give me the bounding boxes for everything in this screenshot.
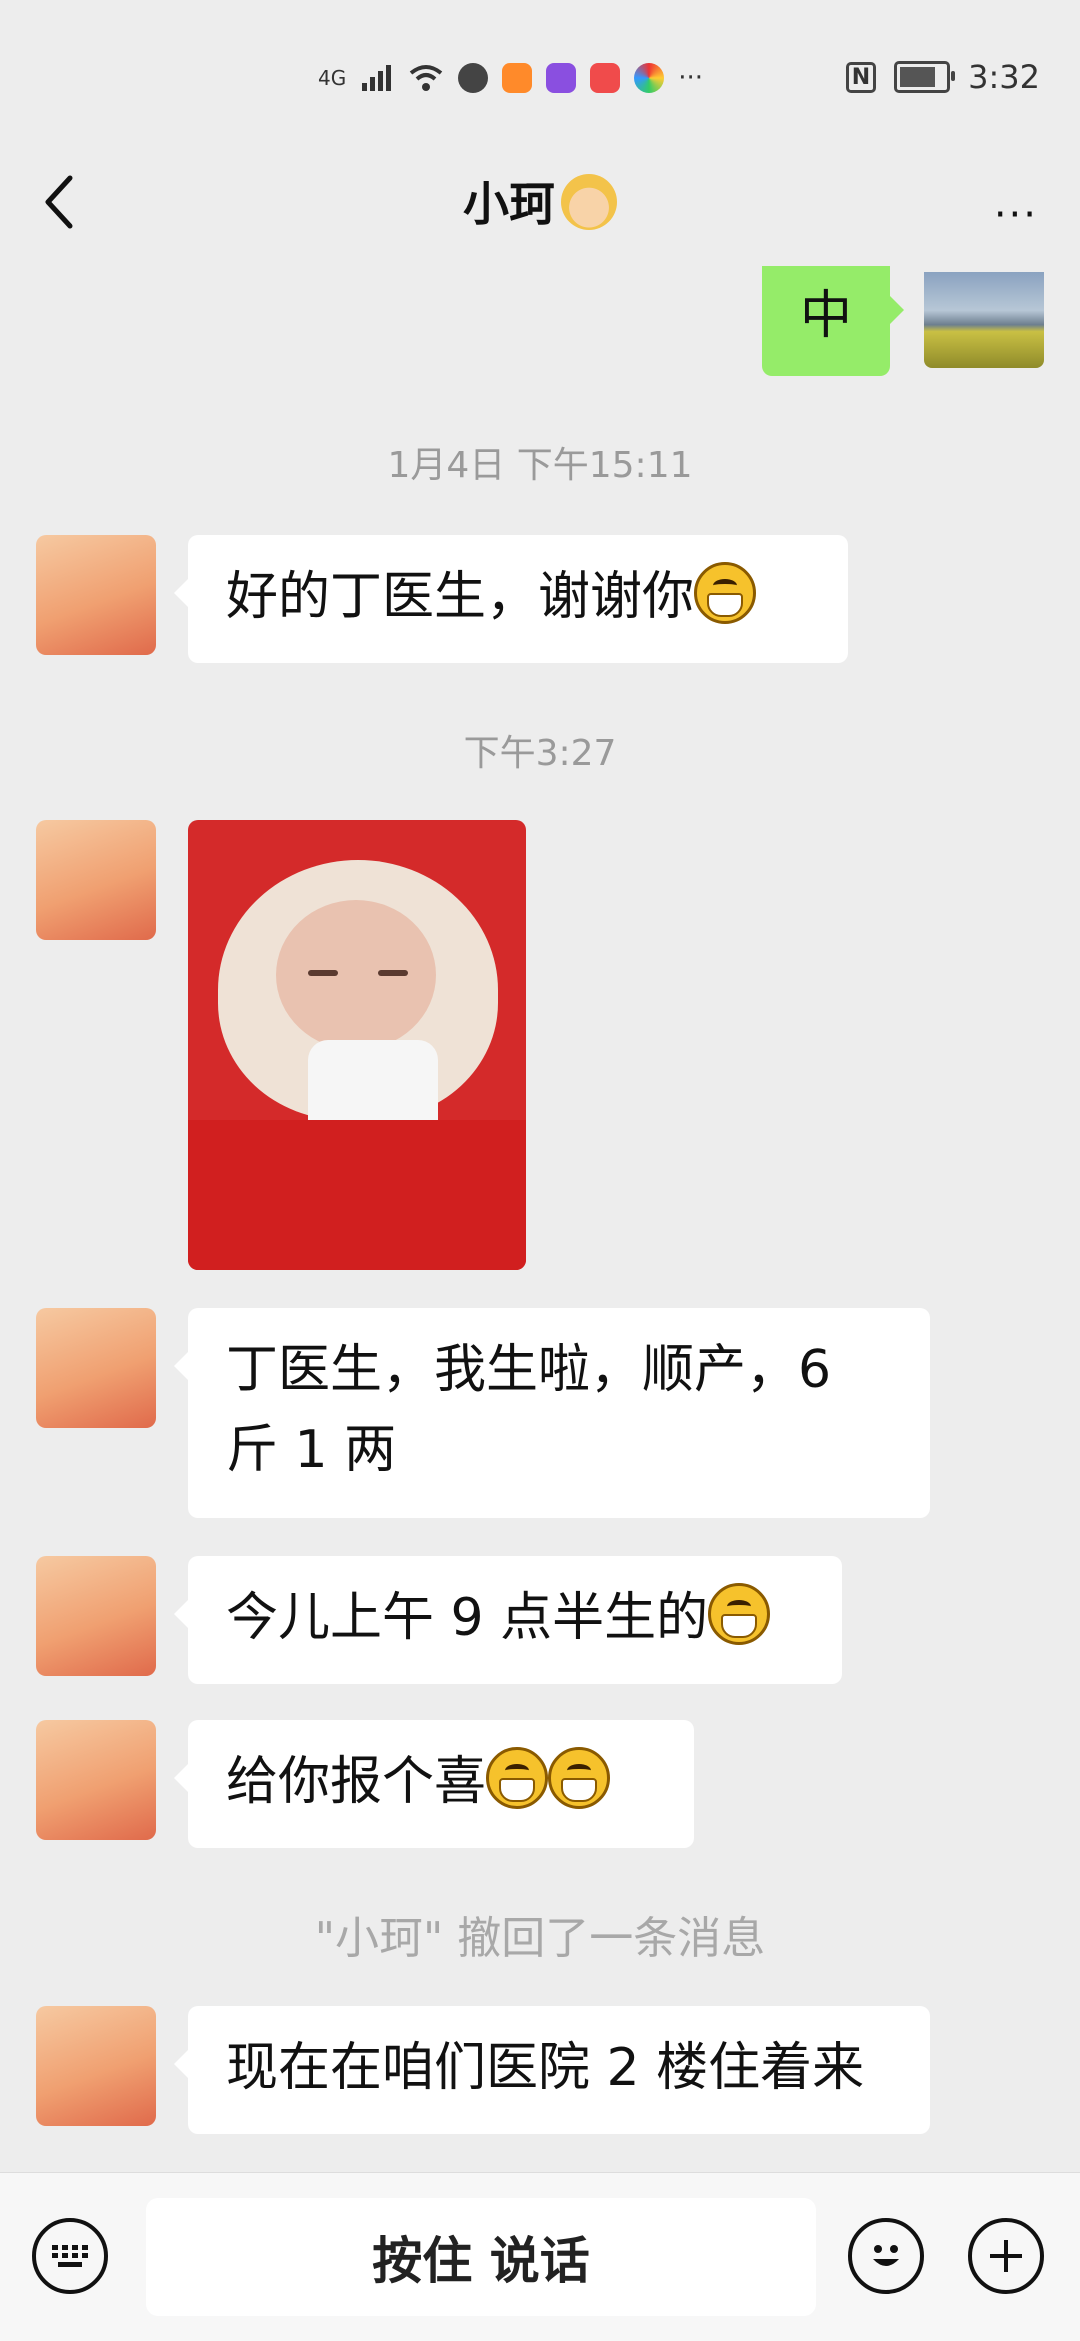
message-text: 现在在咱们医院 2 楼住着来 — [226, 2038, 865, 2098]
reader-icon — [590, 63, 621, 93]
grinning-emoji-icon — [708, 1583, 771, 1645]
received-message-bubble[interactable]: 现在在咱们医院 2 楼住着来 — [174, 2006, 930, 2134]
keyboard-toggle-button[interactable] — [32, 2218, 108, 2294]
grinning-emoji-icon — [694, 562, 757, 624]
received-message-bubble[interactable]: 丁医生，我生啦，顺产，6 斤 1 两 — [174, 1308, 930, 1518]
message-text: 给你报个喜 — [226, 1752, 487, 1812]
contact-avatar[interactable] — [36, 1308, 156, 1428]
received-message-bubble[interactable]: 给你报个喜 — [174, 1720, 694, 1848]
recalled-message-text: "小珂" 撤回了一条消息 — [314, 1913, 766, 1964]
message-text: 今儿上午 9 点半生的 — [226, 1588, 709, 1648]
received-message-bubble[interactable]: 今儿上午 9 点半生的 — [174, 1556, 842, 1684]
plus-icon — [990, 2240, 1022, 2272]
sent-message-bubble[interactable]: 中 — [762, 266, 904, 376]
contact-avatar[interactable] — [36, 820, 156, 940]
network-label: 4G — [318, 66, 347, 90]
hold-to-talk-button[interactable]: 按住 说话 — [146, 2198, 816, 2316]
contact-avatar[interactable] — [36, 1556, 156, 1676]
recalled-message-notice: "小珂" 撤回了一条消息 — [0, 1902, 1080, 1966]
status-more-icon: ··· — [678, 63, 704, 93]
blonde-person-emoji-icon — [561, 174, 617, 230]
message-text-line1: 丁医生，我生啦，顺产，6 — [226, 1340, 832, 1400]
butterfly-icon — [546, 63, 577, 93]
message-text-line2: 斤 1 两 — [226, 1420, 397, 1480]
grinning-emoji-icon — [548, 1747, 611, 1809]
sent-image-thumbnail[interactable] — [924, 272, 1044, 368]
keyboard-icon — [52, 2245, 88, 2267]
sent-message-text: 中 — [799, 286, 852, 346]
timestamp: 下午3:27 — [463, 733, 617, 774]
received-message-bubble[interactable]: 好的丁医生，谢谢你 — [174, 535, 848, 663]
video-play-icon — [502, 63, 533, 93]
chat-title: 小珂 — [0, 168, 1080, 234]
nfc-icon: N — [845, 61, 877, 93]
battery-icon — [894, 61, 956, 93]
chat-title-text: 小珂 — [463, 177, 555, 231]
add-attachment-button[interactable] — [968, 2218, 1044, 2294]
more-options-button[interactable]: ··· — [994, 192, 1038, 238]
emoji-button[interactable] — [848, 2218, 924, 2294]
message-text: 好的丁医生，谢谢你 — [226, 567, 695, 627]
grinning-emoji-icon — [486, 1747, 549, 1809]
wifi-icon — [409, 65, 443, 91]
contact-avatar[interactable] — [36, 535, 156, 655]
status-bar: 4G ··· N 3:32 — [0, 0, 1080, 150]
signal-icon — [362, 65, 392, 91]
palette-icon — [634, 63, 665, 93]
status-icons: 4G ··· — [318, 58, 703, 98]
smiley-icon — [873, 2245, 899, 2266]
contact-avatar[interactable] — [36, 1720, 156, 1840]
aperture-icon — [458, 63, 489, 93]
timestamp: 1月4日 下午15:11 — [387, 445, 693, 486]
status-right: N 3:32 — [845, 58, 1040, 96]
received-photo-baby[interactable] — [188, 820, 526, 1270]
contact-avatar[interactable] — [36, 2006, 156, 2126]
clock: 3:32 — [968, 58, 1040, 96]
